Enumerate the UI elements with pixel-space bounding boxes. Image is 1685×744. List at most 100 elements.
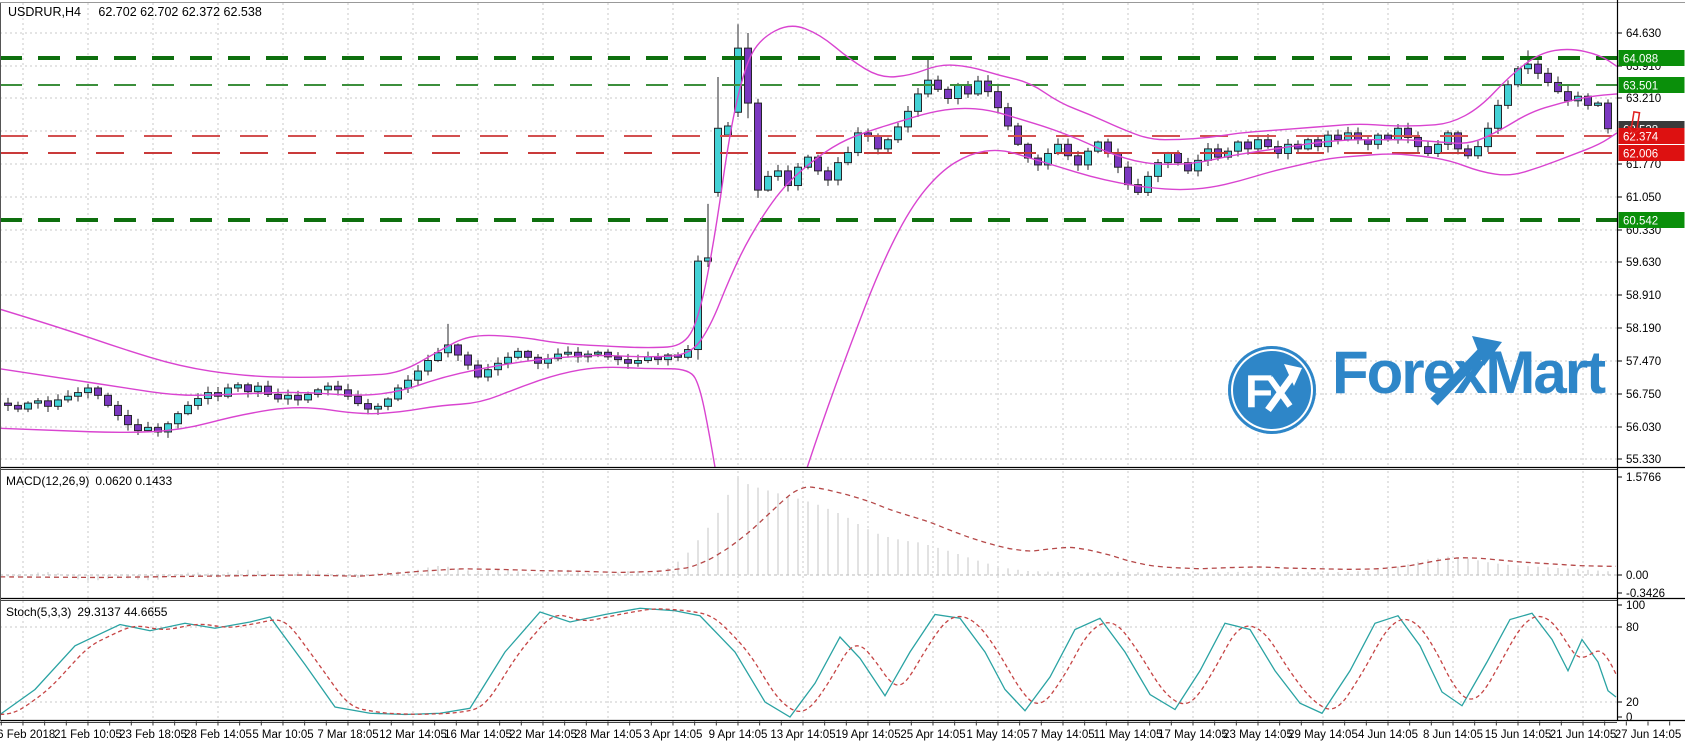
- bull-candle: [1084, 150, 1092, 166]
- svg-text:16 Mar 14:05: 16 Mar 14:05: [444, 729, 512, 741]
- bull-candle: [424, 360, 432, 372]
- bull-candle: [1504, 84, 1512, 106]
- bull-candle: [254, 385, 262, 393]
- macd-layer: [0, 477, 1616, 581]
- terminal-chart-window: 64.630 63.910 63.210 61.770 61.050 60.330 59.6…: [0, 0, 1685, 744]
- bear-candle: [964, 84, 972, 95]
- stoch-indicator-label: Stoch(5,3,3) 29.3137 44.6655: [6, 605, 167, 619]
- svg-text:7 May 14:05: 7 May 14:05: [1031, 729, 1094, 741]
- bear-candle: [364, 403, 372, 410]
- bear-candle: [1414, 136, 1422, 148]
- svg-text:21 Feb 10:05: 21 Feb 10:05: [54, 729, 122, 741]
- bull-candle: [1204, 148, 1212, 161]
- svg-text:4 Jun 14:05: 4 Jun 14:05: [1358, 729, 1418, 741]
- bull-candle: [234, 384, 242, 389]
- bear-candle: [294, 394, 302, 401]
- symbol-period-label: USDRUR,H4: [8, 5, 81, 19]
- bear-candle: [474, 364, 482, 378]
- bear-candle: [984, 80, 992, 93]
- bull-candle: [184, 404, 192, 415]
- svg-text:1 May 14:05: 1 May 14:05: [966, 729, 1029, 741]
- bull-candle: [1394, 127, 1402, 141]
- bear-candle: [1564, 91, 1572, 102]
- svg-text:57.470: 57.470: [1626, 356, 1661, 368]
- macd-values: 0.0620 0.1433: [95, 474, 173, 488]
- svg-text:80: 80: [1626, 622, 1639, 634]
- svg-text:100: 100: [1626, 600, 1645, 612]
- bull-candle: [404, 379, 412, 389]
- macd-indicator-label: MACD(12,26,9) 0.0620 0.1433: [6, 474, 172, 488]
- bear-candle: [1604, 102, 1612, 130]
- bear-candle: [1534, 63, 1542, 74]
- sell-signal-arrow-icon[interactable]: ⇩: [1619, 104, 1650, 143]
- svg-text:64.630: 64.630: [1626, 28, 1661, 40]
- logo-mart-arrow-icon: [1430, 336, 1502, 406]
- svg-text:63.501: 63.501: [1623, 81, 1658, 93]
- bear-candle: [4, 402, 12, 406]
- bull-candle: [284, 394, 292, 400]
- bull-candle: [914, 93, 922, 112]
- bear-candle: [944, 88, 952, 100]
- bull-candle: [24, 402, 32, 410]
- bull-candle: [844, 152, 852, 164]
- svg-text:58.190: 58.190: [1626, 323, 1661, 335]
- bear-candle: [354, 395, 362, 405]
- bear-candle: [824, 170, 832, 181]
- bull-candle: [514, 350, 522, 358]
- bull-candle: [84, 387, 92, 394]
- forexmart-logo: F ForexMart: [1228, 336, 1628, 438]
- bear-candle: [1174, 152, 1182, 164]
- svg-text:11 May 14:05: 11 May 14:05: [1094, 729, 1163, 741]
- bear-candle: [1334, 134, 1342, 141]
- bull-candle: [1284, 143, 1292, 154]
- bear-candle: [454, 344, 462, 356]
- svg-text:20: 20: [1626, 697, 1639, 709]
- svg-text:56.750: 56.750: [1626, 389, 1661, 401]
- bear-candle: [1424, 146, 1432, 154]
- bear-candle: [334, 385, 342, 391]
- svg-text:23 Feb 18:05: 23 Feb 18:05: [119, 729, 187, 741]
- bull-candle: [594, 351, 602, 355]
- bear-candle: [94, 387, 102, 396]
- bull-candle: [564, 351, 572, 355]
- svg-text:55.330: 55.330: [1626, 454, 1661, 466]
- bear-candle: [754, 102, 762, 191]
- svg-text:13 Apr 14:05: 13 Apr 14:05: [770, 729, 835, 741]
- svg-text:23 May 14:05: 23 May 14:05: [1223, 729, 1293, 741]
- svg-text:15 Jun 14:05: 15 Jun 14:05: [1485, 729, 1552, 741]
- bollinger-bands: [0, 25, 1617, 467]
- svg-text:22 Mar 14:05: 22 Mar 14:05: [509, 729, 577, 741]
- svg-text:60.542: 60.542: [1623, 216, 1658, 228]
- svg-text:63.210: 63.210: [1626, 93, 1661, 105]
- logo-fx-arrow-icon: [1265, 364, 1302, 413]
- forexmart-logo-circle: F: [1228, 346, 1316, 434]
- svg-text:61.050: 61.050: [1626, 192, 1661, 204]
- bear-candle: [244, 384, 252, 393]
- bear-candle: [1264, 139, 1272, 148]
- bull-candle: [394, 387, 402, 400]
- bull-candle: [1164, 152, 1172, 164]
- bear-candle: [874, 135, 882, 150]
- bull-candle: [894, 126, 902, 141]
- bull-candle: [414, 370, 422, 381]
- bull-candle: [144, 426, 152, 432]
- svg-text:59.630: 59.630: [1626, 257, 1661, 269]
- bull-candle: [1234, 141, 1242, 152]
- stoch-values: 29.3137 44.6655: [77, 605, 168, 619]
- bear-candle: [14, 404, 22, 410]
- bear-candle: [994, 91, 1002, 109]
- bull-candle: [374, 405, 382, 410]
- bull-candle: [1594, 102, 1602, 106]
- svg-text:28 Mar 14:05: 28 Mar 14:05: [574, 729, 642, 741]
- bear-candle: [524, 350, 532, 358]
- bull-candle: [304, 393, 312, 401]
- bear-candle: [1124, 166, 1132, 186]
- svg-text:56.030: 56.030: [1626, 422, 1661, 434]
- chart-title: USDRUR,H4 62.702 62.702 62.372 62.538: [8, 5, 262, 19]
- bull-candle: [54, 399, 62, 407]
- stoch-layer: [0, 607, 1617, 718]
- bull-candle: [774, 170, 782, 177]
- svg-text:62.006: 62.006: [1623, 149, 1658, 161]
- stoch-name: Stoch(5,3,3): [6, 605, 72, 619]
- bull-candle: [74, 392, 82, 397]
